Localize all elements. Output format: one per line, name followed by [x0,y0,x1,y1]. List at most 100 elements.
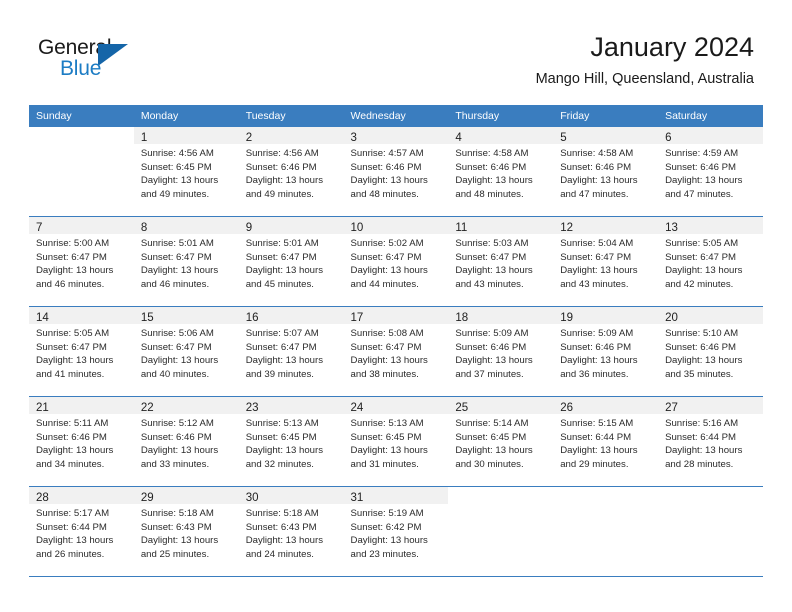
calendar-day[interactable]: 14 Sunrise: 5:05 AM Sunset: 6:47 PM Dayligh… [29,307,134,395]
calendar-cell: 16 Sunrise: 5:07 AM Sunset: 6:47 PM Dayligh… [238,306,344,397]
calendar-day[interactable]: 3 Sunrise: 4:57 AM Sunset: 6:46 PM Daylight… [343,127,449,215]
calendar-day[interactable]: 8 Sunrise: 5:01 AM Sunset: 6:47 PM Daylight… [133,217,239,305]
day-number: 31 [350,492,364,504]
day-number-band: 31 [343,487,449,504]
day-number-band: 28 [29,487,134,504]
day-number: 19 [560,312,574,324]
sunset-text: Sunset: 6:44 PM [665,431,736,443]
day-details: Sunrise: 5:18 AM Sunset: 6:43 PM Daylight:… [134,504,239,561]
day-number-band: 21 [29,397,134,414]
daylight-text-cont: and 35 minutes. [665,368,734,380]
day-details: Sunrise: 4:57 AM Sunset: 6:46 PM Daylight:… [344,144,449,201]
day-number: 20 [665,312,678,324]
sunset-text: Sunset: 6:44 PM [36,521,107,533]
calendar-day[interactable]: 23 Sunrise: 5:13 AM Sunset: 6:45 PM Dayligh… [238,397,344,485]
calendar-day[interactable]: 19 Sunrise: 5:09 AM Sunset: 6:46 PM Dayligh… [553,307,659,395]
day-number-band: 12 [553,217,659,234]
day-number: 21 [36,402,49,414]
day-details: Sunrise: 5:09 AM Sunset: 6:46 PM Daylight:… [448,324,553,381]
sunset-text: Sunset: 6:46 PM [140,431,212,443]
daylight-text: Daylight: 13 hours [36,535,114,547]
calendar-day[interactable]: 15 Sunrise: 5:06 AM Sunset: 6:47 PM Dayligh… [133,307,239,395]
day-number-band: 18 [448,307,554,324]
sunrise-text: Sunrise: 5:01 AM [140,238,214,249]
day-number-band [448,487,553,504]
calendar-day[interactable]: 28 Sunrise: 5:17 AM Sunset: 6:44 PM Dayligh… [29,487,134,575]
sunset-text: Sunset: 6:47 PM [245,341,317,353]
calendar-day[interactable]: 6 Sunrise: 4:59 AM Sunset: 6:46 PM Daylight… [658,127,763,215]
calendar-day[interactable]: 25 Sunrise: 5:14 AM Sunset: 6:45 PM Dayligh… [448,397,554,485]
daylight-text-cont: and 46 minutes. [140,278,210,290]
general-blue-logo[interactable]: General Blue [38,36,148,88]
day-details [29,144,134,147]
calendar-day[interactable]: 10 Sunrise: 5:02 AM Sunset: 6:47 PM Dayligh… [343,217,449,305]
calendar-day[interactable]: 13 Sunrise: 5:05 AM Sunset: 6:47 PM Dayligh… [658,217,763,305]
calendar-cell: 2 Sunrise: 4:56 AM Sunset: 6:46 PM Daylight… [238,127,344,217]
daylight-text-cont: and 34 minutes. [36,458,105,470]
calendar-week-row: 14 Sunrise: 5:05 AM Sunset: 6:47 PM Dayligh… [29,306,763,397]
day-details [658,504,763,507]
calendar-day[interactable]: 31 Sunrise: 5:19 AM Sunset: 6:42 PM Dayligh… [343,487,449,575]
day-number-band: 1 [133,127,239,144]
calendar-table: Sunday Monday Tuesday Wednesday Thursday… [29,105,763,577]
day-details: Sunrise: 5:10 AM Sunset: 6:46 PM Daylight:… [658,324,763,381]
calendar-cell: 26 Sunrise: 5:15 AM Sunset: 6:44 PM Dayligh… [553,396,659,487]
day-details: Sunrise: 5:04 AM Sunset: 6:47 PM Daylight:… [553,234,658,291]
sunrise-text: Sunrise: 5:07 AM [245,328,319,339]
daylight-text-cont: and 32 minutes. [245,458,314,470]
day-details [448,504,553,507]
calendar-day[interactable]: 21 Sunrise: 5:11 AM Sunset: 6:46 PM Dayligh… [29,397,134,485]
calendar-day[interactable]: 29 Sunrise: 5:18 AM Sunset: 6:43 PM Dayligh… [133,487,239,575]
calendar-day[interactable]: 26 Sunrise: 5:15 AM Sunset: 6:44 PM Dayligh… [553,397,659,485]
sunset-text: Sunset: 6:45 PM [245,431,317,443]
calendar-day[interactable]: 16 Sunrise: 5:07 AM Sunset: 6:47 PM Dayligh… [238,307,344,395]
day-number: 8 [140,222,148,234]
calendar-day[interactable]: 18 Sunrise: 5:09 AM Sunset: 6:46 PM Dayligh… [448,307,554,395]
calendar-day[interactable]: 5 Sunrise: 4:58 AM Sunset: 6:46 PM Daylight… [553,127,659,215]
day-number-band [553,487,658,504]
calendar-page: General Blue January 2024 Mango Hill, Qu… [0,0,792,612]
location-subtitle: Mango Hill, Queensland, Australia [535,71,754,87]
calendar-day[interactable]: 30 Sunrise: 5:18 AM Sunset: 6:43 PM Dayligh… [238,487,344,575]
calendar-day[interactable]: 7 Sunrise: 5:00 AM Sunset: 6:47 PM Daylight… [29,217,134,305]
sunrise-text: Sunrise: 5:00 AM [36,238,110,249]
sunset-text: Sunset: 6:42 PM [350,521,422,533]
day-number-band [29,127,134,144]
calendar-cell: 11 Sunrise: 5:03 AM Sunset: 6:47 PM Dayligh… [448,216,554,307]
day-details: Sunrise: 5:19 AM Sunset: 6:42 PM Daylight:… [344,504,449,561]
sunset-text: Sunset: 6:47 PM [140,341,212,353]
calendar-day[interactable]: 22 Sunrise: 5:12 AM Sunset: 6:46 PM Dayligh… [133,397,239,485]
day-number-band: 13 [658,217,763,234]
calendar-cell: 24 Sunrise: 5:13 AM Sunset: 6:45 PM Dayligh… [343,396,449,487]
day-details: Sunrise: 5:05 AM Sunset: 6:47 PM Daylight:… [29,324,134,381]
calendar-cell [553,486,659,577]
calendar-day[interactable]: 27 Sunrise: 5:16 AM Sunset: 6:44 PM Dayligh… [658,397,763,485]
calendar-day[interactable]: 17 Sunrise: 5:08 AM Sunset: 6:47 PM Dayligh… [343,307,449,395]
sunrise-text: Sunrise: 4:59 AM [665,148,739,159]
calendar-day[interactable]: 20 Sunrise: 5:10 AM Sunset: 6:46 PM Dayligh… [658,307,763,395]
calendar-day[interactable]: 2 Sunrise: 4:56 AM Sunset: 6:46 PM Daylight… [238,127,344,215]
sunrise-text: Sunrise: 5:16 AM [665,418,739,429]
sunset-text: Sunset: 6:45 PM [455,431,527,443]
calendar-day[interactable]: 9 Sunrise: 5:01 AM Sunset: 6:47 PM Daylight… [238,217,344,305]
weekday-header-monday: Monday [133,105,239,127]
calendar-week-row: 1 Sunrise: 4:56 AM Sunset: 6:45 PM Daylight… [29,127,763,217]
day-details: Sunrise: 5:16 AM Sunset: 6:44 PM Daylight:… [658,414,763,471]
day-number: 4 [455,132,462,144]
calendar-day[interactable]: 11 Sunrise: 5:03 AM Sunset: 6:47 PM Dayligh… [448,217,554,305]
sunset-text: Sunset: 6:47 PM [245,251,317,263]
day-number: 15 [140,312,154,324]
day-details: Sunrise: 5:11 AM Sunset: 6:46 PM Daylight:… [29,414,134,471]
daylight-text-cont: and 37 minutes. [455,368,524,380]
daylight-text: Daylight: 13 hours [350,355,428,367]
day-number-band: 11 [448,217,554,234]
sunset-text: Sunset: 6:45 PM [350,431,422,443]
calendar-day[interactable]: 4 Sunrise: 4:58 AM Sunset: 6:46 PM Daylight… [448,127,554,215]
calendar-day[interactable]: 12 Sunrise: 5:04 AM Sunset: 6:47 PM Dayligh… [553,217,659,305]
calendar-day[interactable]: 24 Sunrise: 5:13 AM Sunset: 6:45 PM Dayligh… [343,397,449,485]
daylight-text-cont: and 43 minutes. [455,278,524,290]
calendar-day[interactable]: 1 Sunrise: 4:56 AM Sunset: 6:45 PM Daylight… [133,127,239,215]
day-details: Sunrise: 4:56 AM Sunset: 6:45 PM Daylight:… [134,144,239,201]
calendar-cell: 9 Sunrise: 5:01 AM Sunset: 6:47 PM Daylight… [238,216,344,307]
calendar-cell: 17 Sunrise: 5:08 AM Sunset: 6:47 PM Dayligh… [343,306,449,397]
